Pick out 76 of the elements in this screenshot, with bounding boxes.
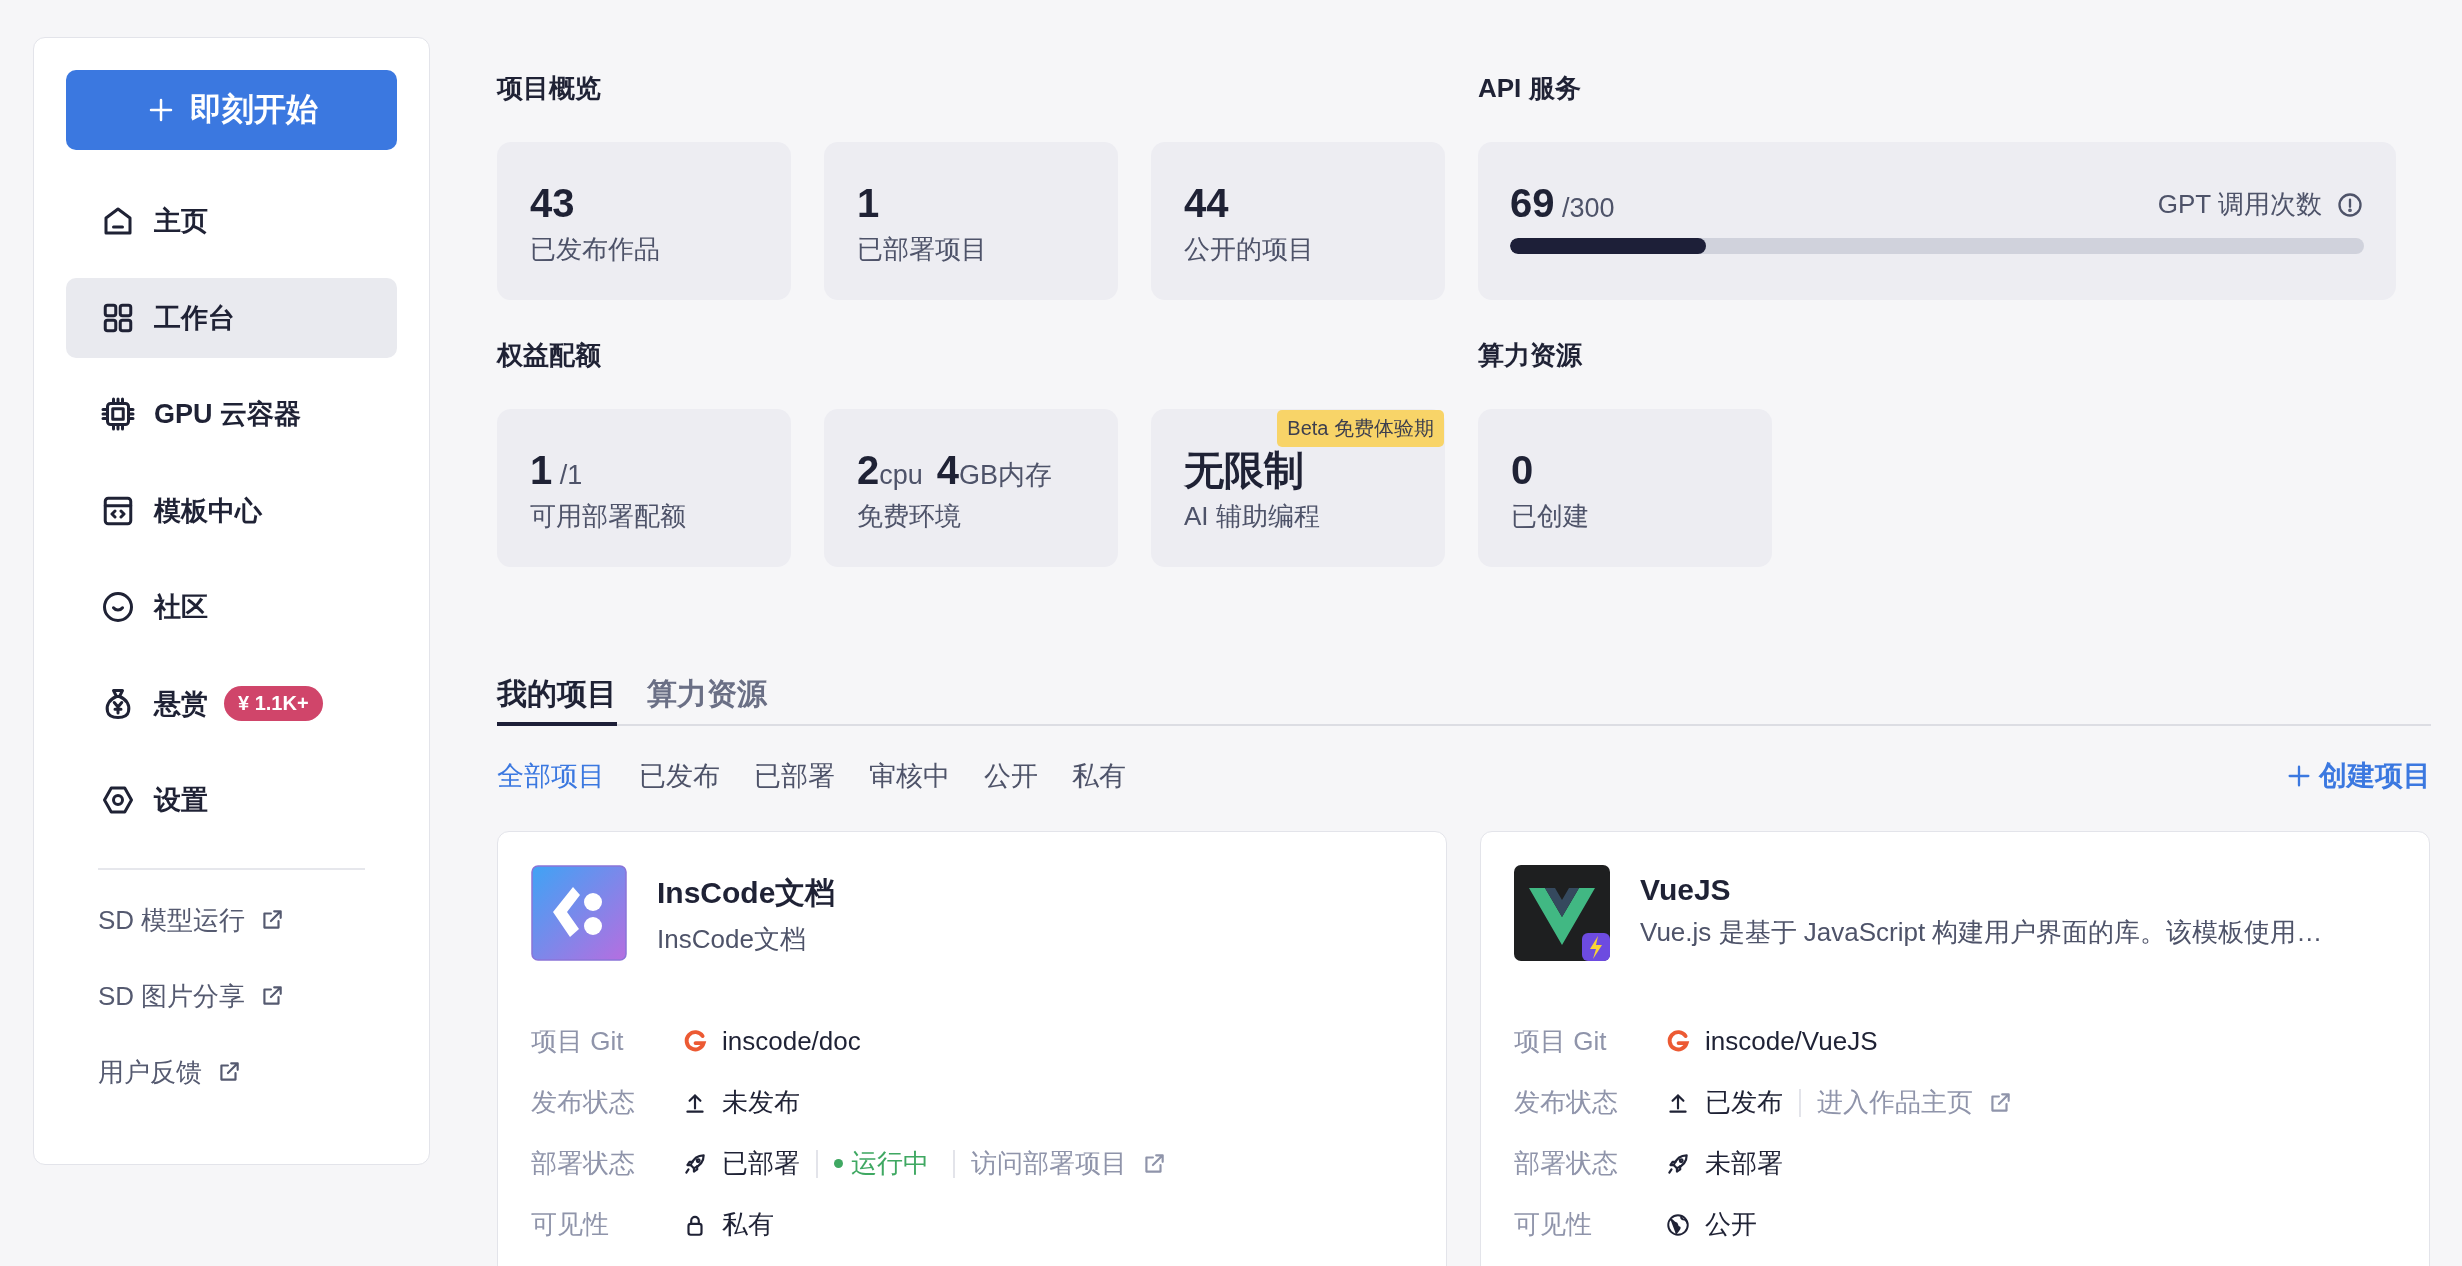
project-name[interactable]: InsCode文档 xyxy=(657,873,836,914)
section-title: API 服务 xyxy=(1478,72,1582,105)
visibility-value: 公开 xyxy=(1705,1208,1757,1241)
nav-label: 主页 xyxy=(154,205,208,238)
stat-label: 可用部署配额 xyxy=(530,500,687,533)
nav-label: 设置 xyxy=(154,784,208,817)
stat-value: 无限制 xyxy=(1184,447,1305,493)
field-label: 项目 Git xyxy=(1514,1025,1608,1058)
info-icon xyxy=(2336,190,2364,219)
stat-label: 公开的项目 xyxy=(1184,233,1315,266)
nav-item[interactable]: 设置 xyxy=(66,760,397,840)
field-label: 部署状态 xyxy=(531,1147,636,1180)
stat-label: 已部署项目 xyxy=(857,233,988,266)
nav-label: 社区 xyxy=(154,591,208,624)
stat-value: 2cpu 4GB内存 xyxy=(857,447,1054,493)
smiley-icon xyxy=(100,589,136,625)
project-name[interactable]: VueJS xyxy=(1640,873,2323,907)
field-label: 部署状态 xyxy=(1514,1147,1619,1180)
deploy-status: 未部署 xyxy=(1705,1147,1783,1180)
nav-label: 工作台 xyxy=(154,301,235,335)
stat-value: 44 xyxy=(1184,180,1230,226)
deploy-status: 已部署 xyxy=(722,1147,800,1180)
nav-item[interactable]: 主页 xyxy=(66,181,397,261)
section-title: 算力资源 xyxy=(1478,339,1583,372)
stat-value: 43 xyxy=(530,180,576,226)
stat-value: 0 xyxy=(1511,447,1535,493)
git-repo[interactable]: inscode/doc xyxy=(722,1026,861,1057)
filter-tab[interactable]: 公开 xyxy=(984,758,1038,794)
publish-status: 未发布 xyxy=(722,1086,800,1119)
project-logo-icon xyxy=(1514,865,1610,961)
usage-caption: GPT 调用次数 xyxy=(2157,188,2322,221)
chip-icon xyxy=(100,396,136,432)
nav-label: 模板中心 xyxy=(154,494,262,528)
project-description: InsCode文档 xyxy=(657,923,807,956)
usage-count: 69 /300 xyxy=(1510,180,1615,226)
beta-badge: Beta 免费体验期 xyxy=(1277,410,1444,447)
nav-label: 悬赏 xyxy=(154,687,208,721)
field-label: 可见性 xyxy=(1514,1208,1593,1241)
field-label: 项目 Git xyxy=(531,1025,625,1058)
section-title: 权益配额 xyxy=(497,339,602,372)
tab[interactable]: 我的项目 xyxy=(497,674,617,726)
tab[interactable]: 算力资源 xyxy=(647,674,767,726)
nav-item[interactable]: 悬赏 ¥ 1.1K+ xyxy=(66,663,397,744)
stat-label: AI 辅助编程 xyxy=(1184,500,1321,533)
reward-badge: ¥ 1.1K+ xyxy=(224,686,323,721)
running-status: 运行中 xyxy=(851,1147,929,1180)
project-logo-icon xyxy=(531,865,627,961)
git-repo[interactable]: inscode/VueJS xyxy=(1705,1026,1878,1057)
stat-label: 已发布作品 xyxy=(530,233,661,266)
section-title: 项目概览 xyxy=(497,72,602,105)
nav-label: GPU 云容器 xyxy=(154,398,301,431)
nav-item[interactable]: 工作台 xyxy=(66,277,397,358)
filter-tab[interactable]: 已部署 xyxy=(754,758,835,794)
stat-value: 1 /1 xyxy=(530,447,584,493)
visibility-value: 私有 xyxy=(722,1208,774,1241)
stat-value: 1 xyxy=(857,180,881,226)
field-label: 发布状态 xyxy=(531,1086,636,1119)
field-label: 可见性 xyxy=(531,1208,610,1241)
filter-tab[interactable]: 审核中 xyxy=(869,758,950,794)
sidebar-link[interactable]: SD 图片分享 xyxy=(98,978,246,1014)
start-button[interactable]: 即刻开始 xyxy=(66,70,397,150)
nav-item[interactable]: 模板中心 xyxy=(66,470,397,551)
project-description: Vue.js 是基于 JavaScript 构建用户界面的库。该模板使用… xyxy=(1640,916,2323,949)
filter-tab[interactable]: 私有 xyxy=(1072,758,1126,794)
stat-label: 免费环境 xyxy=(857,500,962,533)
create-project-button[interactable]: 创建项目 xyxy=(2285,757,2431,795)
nav-item[interactable]: 社区 xyxy=(66,567,397,647)
field-label: 发布状态 xyxy=(1514,1086,1619,1119)
sidebar-link[interactable]: SD 模型运行 xyxy=(98,902,246,938)
status-dot-icon xyxy=(834,1159,843,1168)
filter-tab[interactable]: 全部项目 xyxy=(497,758,605,794)
nav-item[interactable]: GPU 云容器 xyxy=(66,374,397,454)
stat-label: 已创建 xyxy=(1511,500,1590,533)
sidebar-link[interactable]: 用户反馈 xyxy=(98,1054,202,1090)
filter-tab[interactable]: 已发布 xyxy=(639,758,720,794)
publish-status: 已发布 xyxy=(1705,1086,1783,1119)
